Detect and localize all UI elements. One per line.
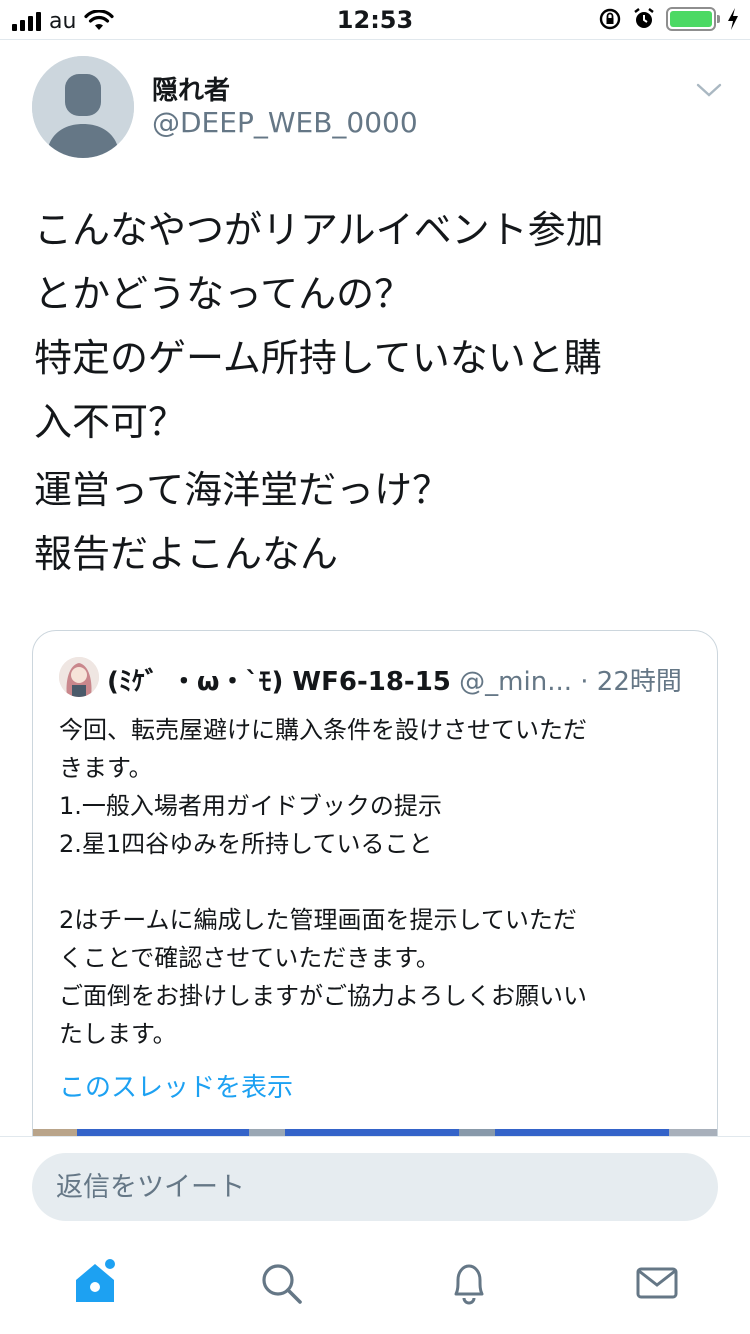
quoted-tweet-card[interactable]: (ﾐｹ゛・ω・`ﾓ) WF6-18-15 @_min... · 22時間 今回、… [32, 630, 718, 1170]
quoted-author-name: (ﾐｹ゛・ω・`ﾓ) WF6-18-15 [107, 667, 451, 697]
author-avatar[interactable] [32, 56, 134, 158]
quoted-paragraph: 2はチームに編成した管理画面を提示していただ くことで確認させていただきます。 … [59, 906, 587, 1048]
charging-icon [728, 8, 738, 30]
quoted-text: 今回、転売屋避けに購入条件を設けさせていただ きます。 1.一般入場者用ガイドブ… [59, 711, 689, 1053]
tweet-paragraph: こんなやつがリアルイベント参加 とかどうなってんの？ 特定のゲーム所持していない… [34, 208, 604, 444]
show-thread-link[interactable]: このスレッドを表示 [59, 1067, 293, 1104]
messages-icon[interactable] [632, 1258, 682, 1308]
status-right [598, 7, 740, 31]
quoted-header: (ﾐｹ゛・ω・`ﾓ) WF6-18-15 @_min... · 22時間 [107, 661, 682, 698]
author-handle[interactable]: @DEEP_WEB_0000 [152, 106, 418, 139]
status-bar: au 12:53 [0, 0, 750, 40]
author-name[interactable]: 隠れ者 [152, 70, 230, 107]
orientation-lock-icon [599, 8, 621, 30]
home-icon[interactable] [70, 1258, 120, 1308]
alarm-icon [634, 8, 654, 28]
reply-input[interactable] [32, 1153, 718, 1221]
quoted-blank-line [59, 863, 689, 901]
quoted-separator: · [580, 667, 589, 697]
chevron-down-icon[interactable] [695, 80, 723, 100]
quoted-author-handle: @_min... [459, 667, 572, 697]
tweet-paragraph: 運営って海洋堂だっけ？ 報告だよこんなん [34, 468, 451, 576]
notifications-icon[interactable] [444, 1258, 494, 1308]
avatar-image [59, 657, 99, 697]
tweet-text: こんなやつがリアルイベント参加 とかどうなってんの？ 特定のゲーム所持していない… [34, 198, 724, 586]
quoted-paragraph: 今回、転売屋避けに購入条件を設けさせていただ きます。 1.一般入場者用ガイドブ… [59, 716, 587, 858]
quoted-author-avatar [59, 657, 99, 697]
quoted-time: 22時間 [596, 667, 682, 697]
battery-icon [666, 7, 720, 31]
default-avatar-icon [32, 56, 134, 158]
search-icon[interactable] [256, 1258, 306, 1308]
